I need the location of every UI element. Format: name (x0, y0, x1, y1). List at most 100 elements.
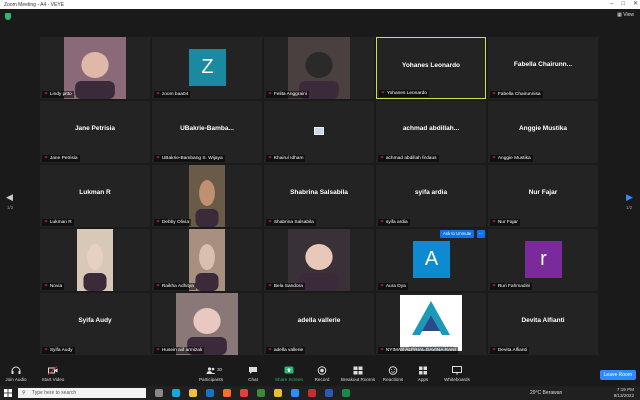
participant-tile[interactable]: r ⏷ Ruri Fahmadini (488, 229, 598, 291)
muted-mic-icon: ⏷ (156, 156, 160, 161)
participant-name-label: ⏷ Yohanes Leonardo (379, 90, 429, 97)
word-icon[interactable] (325, 389, 333, 397)
participant-tile[interactable]: syifa ardia ⏷ syifa ardia (376, 165, 486, 227)
firefox-icon[interactable] (223, 389, 231, 397)
join-audio-button[interactable]: Join Audio (4, 364, 28, 386)
participant-tile[interactable]: Jane Petrisia ⏷ Jane Petrisia (40, 101, 150, 163)
start-video-button[interactable]: Start Video (40, 364, 66, 386)
app-green-icon[interactable] (257, 389, 265, 397)
store-icon[interactable] (206, 389, 214, 397)
participant-tile[interactable]: PT DAGINA INDUSTRI ASIA⏷NYIMAS ALFRIAL D… (376, 293, 486, 355)
meeting-top-strip (0, 9, 640, 28)
breakout-rooms-button[interactable]: Breakout Rooms (339, 364, 377, 386)
participant-name: Lindy pitto (49, 92, 72, 97)
participant-tile[interactable]: Devita Alfianti ⏷ Devita Alfianti (488, 293, 598, 355)
muted-mic-icon: ⏷ (268, 92, 272, 97)
task-view-icon[interactable] (155, 389, 163, 397)
participant-video-image (288, 229, 350, 291)
ask-to-unmute-button[interactable]: Ask to Unmute (440, 230, 475, 238)
participant-name-label: ⏷ adella vallerie (266, 347, 306, 354)
participant-video-image (189, 229, 225, 291)
company-logo: PT DAGINA INDUSTRI ASIA (400, 295, 462, 351)
muted-mic-icon: ⏷ (380, 284, 384, 289)
participant-tile[interactable]: ⏷ Lindy pitto (40, 37, 150, 99)
participant-tile[interactable]: ⏷ Debby Olivia (152, 165, 262, 227)
participant-tile[interactable]: Yohanes Leonardo ⏷ Yohanes Leonardo (376, 37, 486, 99)
chrome-icon[interactable] (274, 389, 282, 397)
view-button[interactable]: ▦ View (617, 12, 634, 18)
maximize-icon[interactable]: □ (621, 0, 625, 9)
participant-tile[interactable]: ⏷ Raikha Adhitya (152, 229, 262, 291)
participant-tile[interactable]: Nur Fajar ⏷ Nur Fajar (488, 165, 598, 227)
participant-display-name: Yohanes Leonardo (401, 62, 461, 69)
close-icon[interactable]: ✕ (633, 0, 638, 9)
more-options-button[interactable]: ... (477, 230, 485, 238)
participant-tile[interactable]: ⏷ Bela Sandora (264, 229, 374, 291)
apps-icon (419, 366, 427, 375)
share-screen-button[interactable]: Share Screen (274, 364, 304, 386)
system-clock[interactable]: 7:19 PM 9/13/2022 (614, 387, 634, 399)
participant-video-image (176, 293, 238, 355)
participant-name: Bela Sandora (273, 284, 303, 289)
next-page-arrow-icon[interactable]: ▶ (626, 192, 633, 203)
muted-mic-icon: ⏷ (44, 284, 48, 289)
chat-button[interactable]: Chat (244, 364, 262, 386)
record-icon (317, 366, 327, 375)
record-button[interactable]: Record (312, 364, 332, 386)
participant-tile[interactable]: Shabrina Salsabila ⏷ Shabrina Salsabila (264, 165, 374, 227)
participant-tile[interactable]: ⏷ Novia (40, 229, 150, 291)
participant-name-label: ⏷ Felita Anggraini (266, 91, 309, 98)
participants-label: Participants (198, 377, 223, 382)
start-video-label: Start Video (41, 377, 65, 382)
participant-name-label: ⏷ Lindy pitto (42, 91, 74, 98)
participant-tile[interactable]: Anggie Mustika ⏷ Anggie Mustika (488, 101, 598, 163)
video-off-icon (48, 366, 58, 375)
participant-tile[interactable]: UBakrie-Bamba... ⏷ UBakrie-Bambang S. Wija… (152, 101, 262, 163)
windows-start-icon[interactable] (4, 389, 12, 397)
participant-name: NYIMAS ALFRIAL DAVINA RANI (385, 348, 456, 353)
participant-tile[interactable]: Lukman R ⏷ Lukman R (40, 165, 150, 227)
whiteboards-button[interactable]: Whiteboards (442, 364, 472, 386)
participant-display-name: Fabella Chairunn... (513, 61, 573, 68)
participant-name: Debby Olivia (161, 220, 190, 225)
edge-browser-icon[interactable] (172, 389, 180, 397)
participant-tile[interactable]: Z ⏷ zoom baa04 (152, 37, 262, 99)
participant-display-name: Lukman R (79, 189, 111, 196)
taskbar-search-box[interactable]: ⚲ Type here to search (18, 388, 146, 398)
participant-tile[interactable]: ⏷ Khairul Idham (264, 101, 374, 163)
app-dark-red-icon[interactable] (308, 389, 316, 397)
participant-display-name: Anggie Mustika (518, 125, 568, 132)
leave-room-button[interactable]: Leave Room (599, 370, 636, 380)
weather-widget[interactable]: 29°C Berawan (530, 390, 562, 396)
chat-label: Chat (248, 377, 258, 382)
file-explorer-icon[interactable] (189, 389, 197, 397)
muted-mic-icon: ⏷ (268, 220, 272, 225)
participant-name: Aura Dya (385, 284, 406, 289)
participant-display-name: syifa ardia (414, 189, 448, 196)
avatar: r (525, 241, 562, 278)
app-red-icon[interactable] (240, 389, 248, 397)
participant-name-label: ⏷ Bela Sandora (266, 283, 305, 290)
participant-display-name: Nur Fajar (528, 189, 558, 196)
prev-page-arrow-icon[interactable]: ◀ (6, 192, 13, 203)
minimize-icon[interactable]: – (610, 0, 613, 9)
muted-mic-icon: ⏷ (381, 91, 385, 96)
apps-button[interactable]: Apps (414, 364, 432, 386)
participant-tile[interactable]: Syifa Audy ⏷ Syifa Audy (40, 293, 150, 355)
participant-tile[interactable]: achmad abdillah... ⏷ achmad abdillah firda… (376, 101, 486, 163)
participant-tile[interactable]: ⏷ Felita Anggraini (264, 37, 374, 99)
participant-tile[interactable]: ⏷ Husein aiif armizak (152, 293, 262, 355)
participant-name: Jane Petrisia (49, 156, 78, 161)
participant-name-label: ⏷ Nur Fajar (490, 219, 520, 226)
zoom-app-icon[interactable] (291, 389, 299, 397)
reactions-button[interactable]: Reactions (381, 364, 405, 386)
participant-name: Shabrina Salsabila (273, 220, 314, 225)
muted-mic-icon: ⏷ (268, 284, 272, 289)
participant-name: adella vallerie (273, 348, 304, 353)
participant-tile[interactable]: Fabella Chairunn... ⏷ Fabella Chairunnisa (488, 37, 598, 99)
participant-tile[interactable]: adella vallerie ⏷ adella vallerie (264, 293, 374, 355)
excel-icon[interactable] (342, 389, 350, 397)
security-shield-icon[interactable] (5, 13, 11, 20)
participant-tile[interactable]: A Ask to Unmute... ⏷ Aura Dya (376, 229, 486, 291)
record-label: Record (314, 377, 330, 382)
